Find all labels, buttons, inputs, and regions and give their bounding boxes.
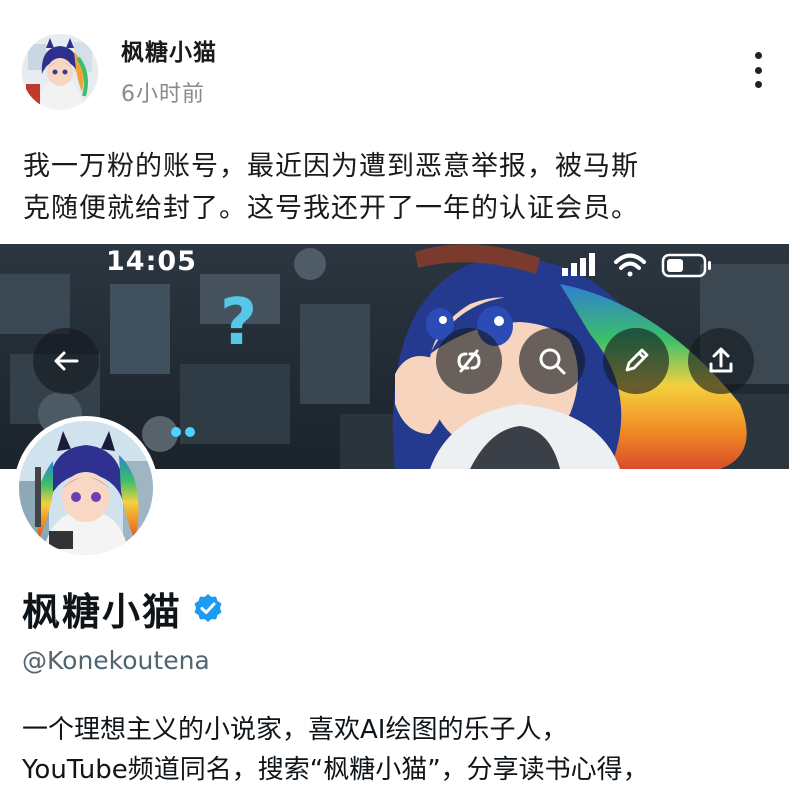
- attached-screenshot[interactable]: ? 14:05 枫糖小猫 @Konekoutena 一个理想主义的小说家，喜欢A…: [0, 244, 789, 800]
- post-author-avatar[interactable]: [22, 34, 98, 110]
- avatar-illustration: [22, 34, 98, 110]
- unlink-button[interactable]: [436, 328, 502, 394]
- status-bar-icons: [562, 253, 711, 278]
- profile-avatar[interactable]: [14, 416, 158, 560]
- back-button[interactable]: [33, 328, 99, 394]
- post-body-text: 我一万粉的账号，最近因为遭到恶意举报，被马斯 克随便就给封了。这号我还开了一年的…: [23, 146, 773, 230]
- share-button[interactable]: [688, 328, 754, 394]
- edit-button[interactable]: [603, 328, 669, 394]
- bio-line: YouTube频道同名，搜索“枫糖小猫”，分享读书心得，: [22, 755, 649, 785]
- profile-bio: 一个理想主义的小说家，喜欢AI绘图的乐子人， YouTube频道同名，搜索“枫糖…: [22, 710, 782, 790]
- profile-display-name: 枫糖小猫: [22, 589, 183, 634]
- back-arrow-icon: [54, 351, 79, 371]
- post-text-line: 克随便就给封了。这号我还开了一年的认证会员。: [23, 193, 639, 224]
- more-options-button[interactable]: [738, 48, 778, 92]
- post-timestamp: 6小时前: [121, 82, 205, 107]
- post-text-line: 我一万粉的账号，最近因为遭到恶意举报，被马斯: [23, 151, 639, 182]
- more-dot: [754, 81, 762, 88]
- signal-icon: [562, 253, 595, 276]
- edit-pencil-icon: [625, 348, 649, 372]
- svg-text:?: ?: [220, 286, 257, 360]
- search-icon: [539, 348, 566, 375]
- more-dot: [754, 66, 762, 74]
- more-vertical-icon: [754, 52, 762, 59]
- profile-avatar-illustration: [19, 421, 153, 555]
- status-bar-time: 14:05: [106, 246, 197, 277]
- verified-badge-icon[interactable]: [192, 592, 224, 624]
- profile-name-row: 枫糖小猫: [22, 584, 224, 634]
- bio-line: 一个理想主义的小说家，喜欢AI绘图的乐子人，: [22, 715, 568, 745]
- post-author-name[interactable]: 枫糖小猫: [121, 33, 217, 67]
- share-icon: [709, 347, 733, 373]
- unlink-icon: [457, 349, 481, 373]
- wifi-icon: [614, 253, 646, 277]
- battery-icon: [661, 253, 711, 278]
- search-button[interactable]: [519, 328, 585, 394]
- profile-handle: @Konekoutena: [22, 646, 210, 675]
